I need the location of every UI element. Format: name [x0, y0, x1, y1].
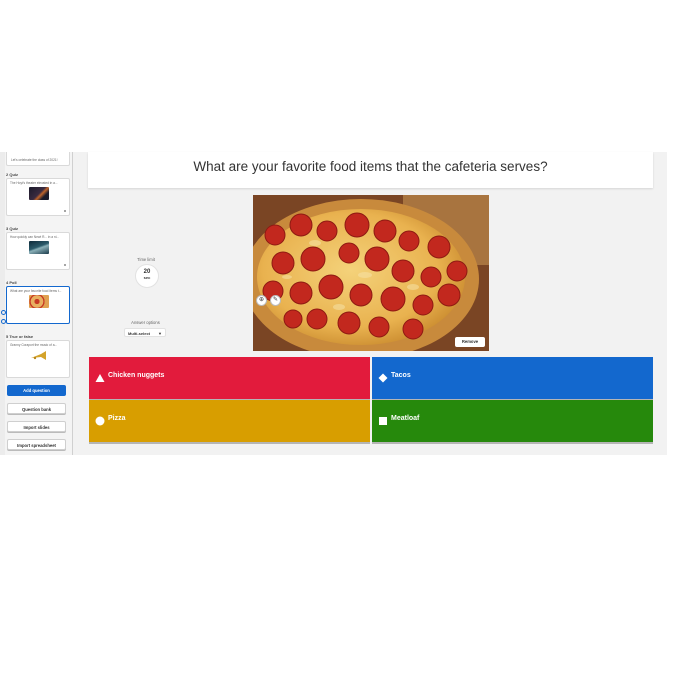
slide-card: The Hoyt's theater elevated in a...: [6, 178, 70, 216]
triangle-icon: [95, 374, 105, 382]
square-icon: [379, 417, 387, 425]
sidebar-strip: [0, 152, 5, 455]
slide-question-text: Let's celebrate the class of 2021!: [11, 158, 58, 162]
circle-icon: [95, 416, 105, 426]
answer-options-value: Multi-select: [128, 331, 151, 336]
chevron-down-icon: ▼: [158, 331, 162, 336]
quiz-editor: Let's celebrate the class of 2021! 2 Qui…: [0, 152, 680, 455]
answer-option-2[interactable]: Tacos: [372, 357, 653, 399]
slide-question-text: What are your favorite food items t...: [10, 289, 62, 293]
answer-text: Pizza: [108, 415, 126, 422]
question-image: [253, 195, 489, 351]
slide-sidebar: Let's celebrate the class of 2021! 2 Qui…: [0, 152, 73, 455]
diamond-icon: [378, 373, 388, 383]
slide-question-text: Granny Coraport the music of a...: [10, 343, 58, 347]
slide-card: How quickly can Newt R... in a ni...: [6, 232, 70, 270]
slide-item-3[interactable]: 3 Quiz How quickly can Newt R... in a ni…: [6, 226, 70, 270]
answer-options-dropdown[interactable]: Multi-select ▼: [124, 328, 166, 337]
slide-item-2[interactable]: 2 Quiz The Hoyt's theater elevated in a.…: [6, 172, 70, 216]
slide-menu-icon[interactable]: [64, 264, 66, 266]
slide-thumbnail: [29, 295, 49, 308]
slide-thumbnail: [29, 187, 49, 200]
slide-item-4[interactable]: 4 Poll What are your favorite food items…: [6, 280, 70, 324]
answer-option-3[interactable]: Pizza: [89, 400, 370, 442]
slide-item-5[interactable]: 5 True or false Granny Coraport the musi…: [6, 334, 70, 378]
answer-text: Meatloaf: [391, 415, 420, 422]
slide-thumbnail: [29, 241, 49, 254]
question-editor: What are your favorite food items that t…: [73, 152, 667, 455]
time-limit-selector[interactable]: 20 sec: [135, 264, 159, 288]
delete-icon[interactable]: [1, 319, 6, 324]
slide-question-text: The Hoyt's theater elevated in a...: [10, 181, 58, 185]
question-title-field[interactable]: What are your favorite food items that t…: [88, 152, 653, 188]
import-spreadsheet-button[interactable]: Import spreadsheet: [7, 439, 66, 450]
duplicate-icon[interactable]: [1, 310, 6, 315]
answer-text: Tacos: [391, 372, 411, 379]
slide-question-text: How quickly can Newt R... in a ni...: [10, 235, 60, 239]
answer-option-4[interactable]: Meatloaf: [372, 400, 653, 442]
remove-image-button[interactable]: Remove: [455, 337, 485, 347]
answer-text: Chicken nuggets: [108, 372, 165, 379]
question-bank-button[interactable]: Question bank: [7, 403, 66, 414]
slide-item-1[interactable]: Let's celebrate the class of 2021!: [6, 152, 70, 166]
slide-menu-icon[interactable]: [64, 210, 66, 212]
edit-image-icon[interactable]: ✎: [270, 295, 281, 306]
slide-card: What are your favorite food items t...: [6, 286, 70, 324]
slide-card: Let's celebrate the class of 2021!: [6, 152, 70, 166]
answer-options-label: Answer options: [131, 320, 160, 325]
time-limit-label: Time limit: [137, 257, 155, 262]
add-question-button[interactable]: Add question: [7, 385, 66, 396]
trumpet-thumbnail: [29, 349, 49, 362]
question-title: What are your favorite food items that t…: [193, 159, 548, 174]
zoom-icon[interactable]: ⊕: [256, 295, 267, 306]
answer-option-1[interactable]: Chicken nuggets: [89, 357, 370, 399]
import-slides-button[interactable]: Import slides: [7, 421, 66, 432]
slide-card: Granny Coraport the music of a...: [6, 340, 70, 378]
time-limit-unit: sec: [143, 275, 151, 280]
